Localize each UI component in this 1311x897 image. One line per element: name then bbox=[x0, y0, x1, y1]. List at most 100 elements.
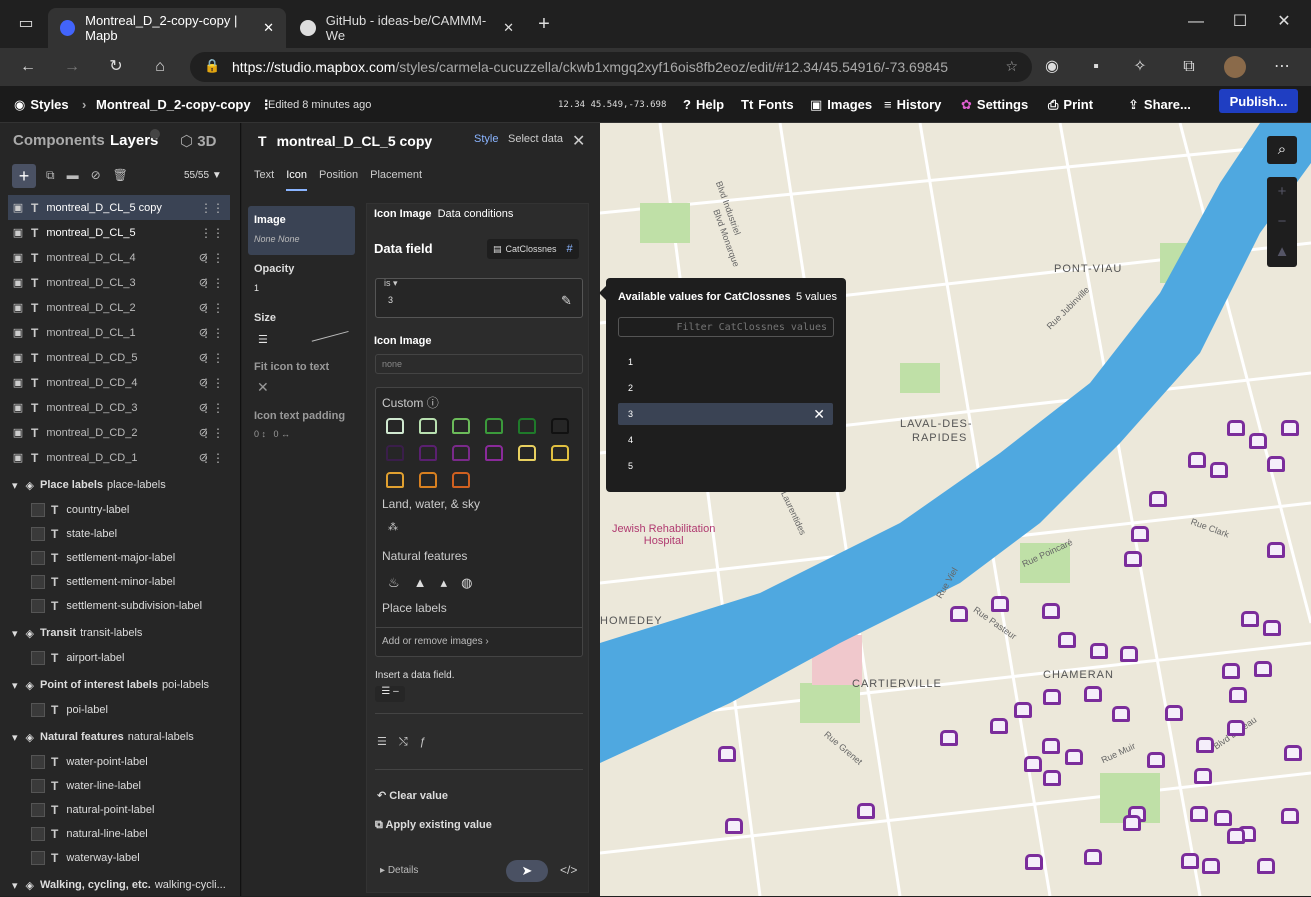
drag-handle-icon[interactable]: ⋮⋮ bbox=[200, 251, 224, 265]
extensions-icon[interactable]: ✧ bbox=[1130, 57, 1150, 77]
browser-tab-mapbox[interactable]: Montreal_D_2-copy-copy | Mapb ✕ bbox=[48, 8, 286, 48]
bus-stop-marker[interactable] bbox=[1181, 853, 1199, 869]
insert-data-button[interactable]: ☰ – bbox=[375, 686, 405, 702]
publish-button[interactable]: Publish... bbox=[1219, 89, 1298, 113]
bus-stop-marker[interactable] bbox=[1227, 420, 1245, 436]
tab-actions-icon[interactable]: ▭ bbox=[16, 14, 36, 34]
bus-stop-marker[interactable] bbox=[1214, 810, 1232, 826]
bus-stop-marker[interactable] bbox=[1267, 456, 1285, 472]
layer-row[interactable]: T settlement-minor-label bbox=[28, 569, 228, 594]
layer-row[interactable]: ▣ T montreal_D_CD_2 ⊘ ⋮⋮ bbox=[8, 420, 230, 445]
bus-stop-marker[interactable] bbox=[1202, 858, 1220, 874]
layer-row[interactable]: ▣ T montreal_D_CL_5 copy ⋮⋮ bbox=[8, 195, 230, 220]
bus-stop-marker[interactable] bbox=[1284, 745, 1302, 761]
waterfall-icon[interactable]: ▴ bbox=[441, 575, 462, 590]
bus-stop-marker[interactable] bbox=[1043, 689, 1061, 705]
bus-stop-marker[interactable] bbox=[1058, 632, 1076, 648]
layer-group[interactable]: ▾ ◈ Walking, cycling, etc. walking-cycli.… bbox=[12, 873, 234, 897]
zoom-out-button[interactable]: − bbox=[1267, 207, 1297, 237]
layer-group[interactable]: ▾ ◈ Natural features natural-labels bbox=[12, 725, 234, 749]
bus-sprite-icon[interactable] bbox=[452, 418, 470, 434]
bus-stop-marker[interactable] bbox=[1190, 806, 1208, 822]
field-chip[interactable]: ▤ CatClossnes # bbox=[487, 239, 579, 259]
bus-stop-marker[interactable] bbox=[725, 818, 743, 834]
layer-row[interactable]: ▣ T montreal_D_CL_3 ⊘ ⋮⋮ bbox=[8, 270, 230, 295]
bus-stop-marker[interactable] bbox=[940, 730, 958, 746]
filter-values-input[interactable] bbox=[618, 317, 834, 337]
layer-row[interactable]: T natural-point-label bbox=[28, 797, 228, 822]
value-option[interactable]: 5 bbox=[618, 455, 833, 477]
layer-tools[interactable]: ⧉▬⊘🗑 bbox=[46, 168, 140, 183]
bus-stop-marker[interactable] bbox=[1249, 433, 1267, 449]
bus-stop-marker[interactable] bbox=[1084, 686, 1102, 702]
prop-fit-icon[interactable]: Fit icon to text bbox=[254, 361, 329, 373]
close-icon[interactable]: ✕ bbox=[503, 20, 514, 36]
images-button[interactable]: ▣ Images bbox=[810, 86, 872, 123]
trash-icon[interactable]: 🗑 bbox=[113, 168, 140, 182]
folder-icon[interactable]: ▬ bbox=[67, 168, 91, 182]
bus-stop-marker[interactable] bbox=[1090, 643, 1108, 659]
natural-icons[interactable]: ♨▲▴◍ bbox=[388, 575, 486, 591]
back-icon[interactable]: ← bbox=[18, 57, 38, 77]
bus-stop-marker[interactable] bbox=[1227, 828, 1245, 844]
close-icon[interactable]: ✕ bbox=[263, 20, 274, 36]
tab-text[interactable]: Text bbox=[254, 169, 274, 191]
duplicate-icon[interactable]: ⧉ bbox=[46, 168, 67, 182]
bus-stop-marker[interactable] bbox=[1227, 720, 1245, 736]
volcano-icon[interactable]: ♨ bbox=[388, 575, 414, 590]
bus-sprite-icon[interactable] bbox=[551, 418, 569, 434]
bus-stop-marker[interactable] bbox=[1084, 849, 1102, 865]
avatar[interactable] bbox=[1224, 56, 1246, 78]
bus-stop-marker[interactable] bbox=[950, 606, 968, 622]
drag-handle-icon[interactable]: ⋮⋮ bbox=[200, 201, 224, 215]
bus-sprite-icon[interactable] bbox=[518, 418, 536, 434]
bus-sprite-icon[interactable] bbox=[386, 418, 404, 434]
bus-sprite-icon[interactable] bbox=[419, 418, 437, 434]
bus-sprite-icon[interactable] bbox=[452, 445, 470, 461]
bus-stop-marker[interactable] bbox=[1043, 770, 1061, 786]
bus-stop-marker[interactable] bbox=[1254, 661, 1272, 677]
prop-opacity[interactable]: Opacity bbox=[254, 263, 294, 275]
bus-sprite-icon[interactable] bbox=[485, 445, 503, 461]
drag-handle-icon[interactable]: ⋮⋮ bbox=[200, 376, 224, 390]
bus-stop-marker[interactable] bbox=[1222, 663, 1240, 679]
zoom-in-button[interactable]: + bbox=[1267, 177, 1297, 207]
layer-row[interactable]: T poi-label bbox=[28, 697, 228, 722]
details-toggle[interactable]: ▸ Details bbox=[380, 865, 418, 876]
bus-stop-marker[interactable] bbox=[1281, 420, 1299, 436]
pencil-icon[interactable]: ✎ bbox=[561, 293, 572, 309]
hide-icon[interactable]: ⊘ bbox=[91, 168, 113, 182]
bus-stop-marker[interactable] bbox=[1147, 752, 1165, 768]
list-icon[interactable]: ☰ bbox=[377, 736, 399, 748]
bus-stop-marker[interactable] bbox=[1194, 768, 1212, 784]
bus-sprite-icon[interactable] bbox=[386, 445, 404, 461]
url-input[interactable]: 🔒 https://studio.mapbox.com/styles/carme… bbox=[190, 52, 1032, 82]
tab-style[interactable]: Style bbox=[474, 133, 498, 145]
value-option[interactable]: 3 ✕ bbox=[618, 403, 833, 425]
prop-image[interactable]: Image None None bbox=[248, 206, 355, 255]
value-option[interactable]: 4 bbox=[618, 429, 833, 451]
settings-button[interactable]: ✿ Settings bbox=[961, 86, 1028, 123]
layer-row[interactable]: ▣ T montreal_D_CL_5 ⋮⋮ bbox=[8, 220, 230, 245]
bus-stop-marker[interactable] bbox=[1131, 526, 1149, 542]
pointer-mode-button[interactable]: ➤ bbox=[506, 860, 548, 882]
marker-icon[interactable]: ◍ bbox=[461, 575, 486, 590]
bus-stop-marker[interactable] bbox=[1024, 756, 1042, 772]
drag-handle-icon[interactable]: ⋮⋮ bbox=[200, 276, 224, 290]
layer-group[interactable]: ▾ ◈ Place labels place-labels bbox=[12, 473, 234, 497]
close-icon[interactable]: ✕ bbox=[813, 406, 825, 423]
drag-handle-icon[interactable]: ⋮⋮ bbox=[200, 301, 224, 315]
bus-stop-marker[interactable] bbox=[1149, 491, 1167, 507]
tab-3d[interactable]: ⬡ 3D bbox=[180, 132, 216, 150]
branch-icon[interactable]: ⤭ bbox=[399, 736, 420, 748]
bus-stop-marker[interactable] bbox=[1120, 646, 1138, 662]
browser-tab-github[interactable]: GitHub - ideas-be/CAMMM-We ✕ bbox=[288, 8, 526, 48]
home-icon[interactable]: ⌂ bbox=[150, 57, 170, 77]
bus-sprite-icon[interactable] bbox=[419, 445, 437, 461]
condition-box[interactable]: is ▾ 3 ✎ bbox=[375, 278, 583, 318]
layer-row[interactable]: T waterway-label bbox=[28, 845, 228, 870]
tab-icon[interactable]: Icon bbox=[286, 169, 307, 191]
bus-stop-marker[interactable] bbox=[990, 718, 1008, 734]
mountain-icon[interactable]: ▲ bbox=[414, 575, 441, 590]
bus-stop-marker[interactable] bbox=[1123, 815, 1141, 831]
